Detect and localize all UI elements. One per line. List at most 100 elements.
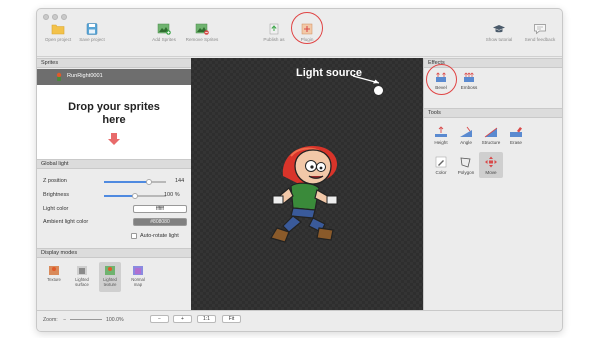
add-sprites-label: Add Sprites xyxy=(152,37,176,42)
tool-color[interactable]: Color xyxy=(429,156,453,175)
character-sprite[interactable] xyxy=(261,136,351,246)
brightness-slider[interactable] xyxy=(104,192,166,199)
remove-image-icon xyxy=(195,23,209,35)
drop-text: Drop your sprites here xyxy=(37,101,191,127)
folder-icon xyxy=(51,24,65,35)
zoom-in-button[interactable]: + xyxy=(173,315,192,323)
tool-polygon[interactable]: Polygon xyxy=(454,156,478,175)
sprite-name: RunRight0001 xyxy=(67,73,103,79)
zoom-slider[interactable] xyxy=(70,319,102,320)
polygon-icon xyxy=(460,157,471,168)
z-position-label: Z position xyxy=(43,178,67,184)
display-modes-bar: Texture Lighted surface Lighted texture … xyxy=(37,262,191,302)
brightness-value: 100 % xyxy=(164,192,180,198)
eyedropper-icon xyxy=(435,156,447,168)
lighted-texture-icon xyxy=(105,266,115,275)
tool-move[interactable]: Move xyxy=(479,152,503,178)
zoom-slider-minus: − xyxy=(63,317,67,323)
auto-rotate-checkbox[interactable] xyxy=(131,233,137,239)
left-panel: Sprites RunRight0001 Drop your sprites h… xyxy=(37,58,191,310)
bevel-highlight-circle xyxy=(426,64,457,95)
publish-label: Publish as xyxy=(263,37,285,42)
z-position-slider[interactable] xyxy=(104,178,166,185)
save-icon xyxy=(86,23,98,35)
zoom-fit-button[interactable]: Fit xyxy=(222,315,241,323)
tool-angle-label: Angle xyxy=(460,140,472,145)
structure-icon xyxy=(484,127,498,138)
display-mode-normal-map[interactable]: Normal map xyxy=(127,264,149,287)
export-icon xyxy=(269,23,279,35)
close-window-button[interactable] xyxy=(43,14,49,20)
save-project-label: Save project xyxy=(79,37,105,42)
tool-color-label: Color xyxy=(435,170,447,175)
z-position-value: 144 xyxy=(175,178,185,184)
display-mode-lighted-texture[interactable]: Lighted texture xyxy=(99,262,121,292)
speech-bubble-icon xyxy=(534,24,546,35)
move-icon xyxy=(485,156,497,168)
open-project-button[interactable]: Open project xyxy=(43,23,73,42)
emboss-button[interactable]: Emboss xyxy=(457,71,481,90)
sprite-drop-zone[interactable]: Drop your sprites here xyxy=(37,85,191,159)
tool-height[interactable]: Height xyxy=(429,126,453,145)
add-image-icon xyxy=(157,23,171,35)
display-mode-texture[interactable]: Texture xyxy=(43,264,65,282)
save-project-button[interactable]: Save project xyxy=(77,23,107,42)
toolbar: Open project Save project Add Sprites Re… xyxy=(37,12,562,57)
height-icon xyxy=(435,126,447,137)
tool-structure-label: Structure xyxy=(481,140,501,145)
arrow-down-icon xyxy=(108,133,120,145)
tool-structure[interactable]: Structure xyxy=(479,126,503,145)
display-mode-texture-label: Texture xyxy=(47,277,61,282)
brightness-slider-knob[interactable] xyxy=(132,192,138,199)
z-position-slider-knob[interactable] xyxy=(145,178,152,185)
publish-button[interactable]: Publish as xyxy=(259,23,289,42)
send-feedback-button[interactable]: Send feedback xyxy=(521,23,559,42)
tools-header: Tools xyxy=(424,108,562,118)
texture-icon xyxy=(49,266,59,275)
z-position-slider-fill xyxy=(104,181,149,183)
remove-sprites-button[interactable]: Remove Sprites xyxy=(183,23,221,42)
show-tutorial-label: Show tutorial xyxy=(485,37,513,42)
annotation-arrow-icon xyxy=(352,75,380,84)
zoom-label: Zoom: xyxy=(43,317,58,323)
emboss-label: Emboss xyxy=(460,85,478,90)
display-mode-lighted-surface[interactable]: Lighted surface xyxy=(71,264,93,287)
zoom-out-button[interactable]: − xyxy=(150,315,169,323)
emboss-icon xyxy=(464,72,474,82)
tool-erase[interactable]: Erase xyxy=(504,126,528,145)
zoom-window-button[interactable] xyxy=(61,14,67,20)
display-modes-header: Display modes xyxy=(37,248,191,258)
ambient-light-color-label: Ambient light color xyxy=(43,219,89,225)
show-tutorial-button[interactable]: Show tutorial xyxy=(482,23,516,42)
auto-rotate-label: Auto-rotate light xyxy=(140,233,179,239)
drop-text-line2: here xyxy=(102,114,126,126)
status-bar: Zoom: − 100.0% − + 1:1 Fit xyxy=(37,310,562,331)
sprite-thumbnail-icon xyxy=(56,72,62,81)
normal-map-icon xyxy=(133,266,143,275)
ambient-light-color-field[interactable]: #808080 xyxy=(133,218,187,226)
minimize-window-button[interactable] xyxy=(52,14,58,20)
angle-icon xyxy=(460,126,472,137)
app-window: Open project Save project Add Sprites Re… xyxy=(36,8,563,332)
zoom-value: 100.0% xyxy=(106,317,124,323)
open-project-label: Open project xyxy=(44,37,72,42)
global-light-header: Global light xyxy=(37,159,191,169)
brightness-label: Brightness xyxy=(43,192,69,198)
sprite-list-item[interactable]: RunRight0001 xyxy=(37,69,191,85)
add-sprites-button[interactable]: Add Sprites xyxy=(149,23,179,42)
send-feedback-label: Send feedback xyxy=(524,37,556,42)
lighted-surface-icon xyxy=(77,266,87,275)
tool-angle[interactable]: Angle xyxy=(454,126,478,145)
eraser-icon xyxy=(510,127,522,137)
light-color-field[interactable]: ffffff xyxy=(133,205,187,213)
graduation-cap-icon xyxy=(493,25,505,33)
brightness-slider-fill xyxy=(104,195,135,197)
zoom-actual-size-button[interactable]: 1:1 xyxy=(197,315,216,323)
tool-polygon-label: Polygon xyxy=(457,170,475,175)
light-source-handle[interactable] xyxy=(374,86,383,95)
tool-move-label: Move xyxy=(485,170,497,175)
sprites-header: Sprites xyxy=(37,58,191,68)
sprite-canvas[interactable]: Light source xyxy=(191,58,423,310)
display-mode-lighted-surface-label: Lighted surface xyxy=(75,277,89,287)
tool-height-label: Height xyxy=(434,140,448,145)
